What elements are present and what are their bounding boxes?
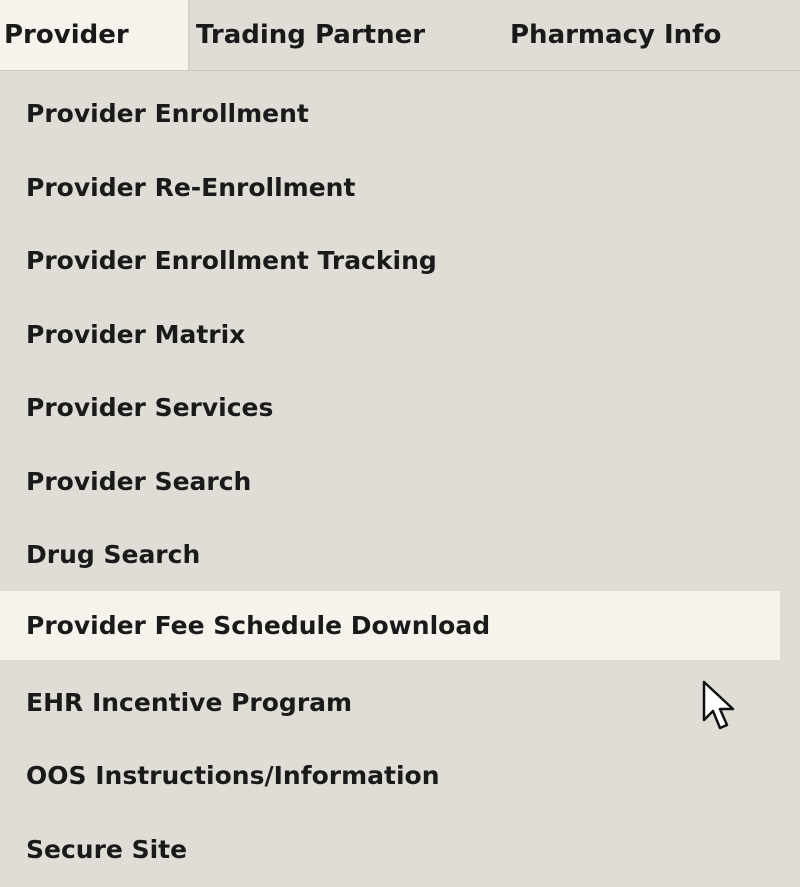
menu-item-label: Provider Fee Schedule Download — [26, 611, 491, 640]
menu-item-provider-enrollment[interactable]: Provider Enrollment — [0, 77, 780, 151]
menu-item-oos-instructions-information[interactable]: OOS Instructions/Information — [0, 739, 780, 813]
menu-item-provider-fee-schedule-download[interactable]: Provider Fee Schedule Download — [0, 591, 780, 660]
menu-item-label: OOS Instructions/Information — [26, 761, 440, 790]
tab-provider[interactable]: Provider — [0, 0, 190, 70]
provider-dropdown-menu: Provider Enrollment Provider Re-Enrollme… — [0, 71, 800, 881]
menu-item-secure-site[interactable]: Secure Site — [0, 813, 780, 887]
tab-pharmacy-info[interactable]: Pharmacy Info — [510, 0, 800, 70]
menu-item-label: Provider Search — [26, 467, 252, 496]
tab-trading-partner[interactable]: Trading Partner — [196, 0, 486, 70]
menu-item-label: Drug Search — [26, 540, 201, 569]
menu-item-label: Provider Enrollment Tracking — [26, 246, 437, 275]
tab-label: Provider — [4, 20, 129, 50]
menu-item-label: Secure Site — [26, 835, 188, 864]
menu-bar: Provider Trading Partner Pharmacy Info — [0, 0, 800, 71]
menu-item-provider-matrix[interactable]: Provider Matrix — [0, 298, 780, 372]
menu-item-label: Provider Re-Enrollment — [26, 173, 356, 202]
tab-label: Pharmacy Info — [510, 20, 722, 50]
menu-item-ehr-incentive-program[interactable]: EHR Incentive Program — [0, 666, 780, 740]
menu-item-provider-search[interactable]: Provider Search — [0, 445, 780, 519]
menu-item-provider-services[interactable]: Provider Services — [0, 371, 780, 445]
menu-item-label: Provider Enrollment — [26, 99, 309, 128]
menu-item-label: EHR Incentive Program — [26, 688, 353, 717]
menu-item-label: Provider Matrix — [26, 320, 246, 349]
mouse-pointer-icon — [702, 680, 735, 730]
menu-item-label: Provider Services — [26, 393, 274, 422]
tab-label: Trading Partner — [196, 20, 426, 50]
menu-item-provider-re-enrollment[interactable]: Provider Re-Enrollment — [0, 151, 780, 225]
menu-item-drug-search[interactable]: Drug Search — [0, 518, 780, 592]
menu-item-provider-enrollment-tracking[interactable]: Provider Enrollment Tracking — [0, 224, 780, 298]
